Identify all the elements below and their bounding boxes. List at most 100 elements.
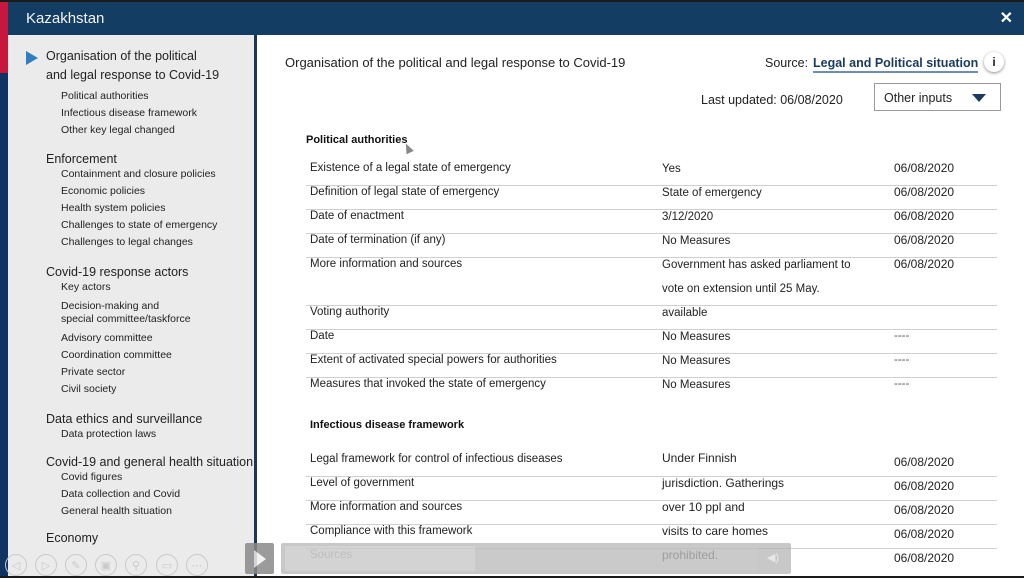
row-value: No Measures xyxy=(662,379,731,391)
row-value: Yes xyxy=(662,163,681,175)
sidebar-item-health-system[interactable]: Health system policies xyxy=(61,202,165,215)
section-heading-political-authorities: Political authorities xyxy=(306,134,408,146)
close-icon[interactable]: ✕ xyxy=(1000,8,1013,28)
row-date: 06/08/2020 xyxy=(894,455,955,469)
play-button[interactable] xyxy=(245,543,274,574)
app-window: Kazakhstan ✕ Organisation of the politic… xyxy=(0,2,1024,576)
progress-buffer xyxy=(475,546,757,571)
mouse-cursor-icon xyxy=(402,141,414,155)
table-row: Voting authority available xyxy=(306,306,997,330)
triangle-right-icon xyxy=(26,51,38,65)
table-row: More information and sources Government … xyxy=(306,257,997,306)
row-field: Existence of a legal state of emergency xyxy=(310,162,511,174)
pen-icon[interactable]: ✎ xyxy=(65,554,87,576)
sidebar-section-response-actors[interactable]: Covid-19 response actors xyxy=(46,263,188,282)
sidebar-section-economy[interactable]: Economy xyxy=(46,529,98,548)
table-row: Extent of activated special powers for a… xyxy=(306,354,997,378)
row-date: 06/08/2020 xyxy=(894,185,955,199)
rail-accent xyxy=(0,35,8,73)
row-date: 06/08/2020 xyxy=(894,503,955,517)
row-field: Extent of activated special powers for a… xyxy=(310,354,557,366)
sidebar-item-general-health[interactable]: General health situation xyxy=(61,505,172,518)
row-value-line1: Government has asked parliament to xyxy=(662,259,851,271)
sidebar-item-data-protection[interactable]: Data protection laws xyxy=(61,428,156,441)
sidebar-nav: Organisation of the political and legal … xyxy=(8,35,257,576)
sidebar-item-civil-society[interactable]: Civil society xyxy=(61,383,116,396)
sidebar-item-data-collection[interactable]: Data collection and Covid xyxy=(61,488,180,501)
row-value: No Measures xyxy=(662,235,731,247)
sidebar-item-key-actors[interactable]: Key actors xyxy=(61,281,111,294)
table-row: Definition of legal state of emergency S… xyxy=(306,185,997,210)
page-title: Organisation of the political and legal … xyxy=(285,55,626,70)
item-line1: Decision-making and xyxy=(61,300,160,312)
window-title: Kazakhstan xyxy=(26,10,105,27)
row-field: Date of termination (if any) xyxy=(310,234,446,246)
sidebar-section-health-situation[interactable]: Covid-19 and general health situation xyxy=(46,453,253,472)
info-icon[interactable]: i xyxy=(984,52,1004,72)
main-content: Organisation of the political and legal … xyxy=(260,35,1024,576)
section-title-line1: Organisation of the political xyxy=(46,49,197,63)
sidebar-item-private-sector[interactable]: Private sector xyxy=(61,366,125,379)
row-date: 06/08/2020 xyxy=(894,233,955,247)
table-row: Date of enactment 3/12/2020 06/08/2020 xyxy=(306,209,997,234)
source-label: Source: xyxy=(765,56,809,70)
next-icon[interactable]: ▷ xyxy=(35,554,57,576)
zoom-icon[interactable]: ⚲ xyxy=(125,554,147,576)
row-field: Voting authority xyxy=(310,306,390,318)
row-field: More information and sources xyxy=(310,258,463,270)
row-value: Under Finnish xyxy=(662,451,737,465)
row-value: No Measures xyxy=(662,355,731,367)
row-value: available xyxy=(662,307,708,319)
row-value-line2: vote on extension until 25 May. xyxy=(662,283,820,295)
subtitles-icon[interactable]: ▭ xyxy=(156,554,178,576)
sidebar-item-challenges-legal[interactable]: Challenges to legal changes xyxy=(61,236,193,249)
sidebar-item-economic-policies[interactable]: Economic policies xyxy=(61,185,145,198)
left-rail xyxy=(0,35,8,576)
source-link[interactable]: Legal and Political situation xyxy=(813,56,979,73)
sidebar-item-other-key-legal[interactable]: Other key legal changed xyxy=(61,124,175,137)
sidebar-item-containment[interactable]: Containment and closure policies xyxy=(61,168,216,181)
row-value: jurisdiction. Gatherings xyxy=(662,476,785,490)
section-title-line2: and legal response to Covid-19 xyxy=(46,68,220,82)
row-field: Definition of legal state of emergency xyxy=(310,186,500,198)
item-line2: special committee/taskforce xyxy=(61,313,191,325)
row-value: No Measures xyxy=(662,331,731,343)
row-date: 06/08/2020 xyxy=(894,551,955,565)
row-date: ---- xyxy=(894,330,910,342)
more-icon[interactable]: ⋯ xyxy=(186,554,208,576)
row-value: over 10 ppl and xyxy=(662,500,745,514)
row-value: visits to care homes xyxy=(662,524,769,538)
table-row: Existence of a legal state of emergency … xyxy=(306,161,997,186)
row-date: 06/08/2020 xyxy=(894,527,955,541)
sidebar-item-infectious-disease-framework[interactable]: Infectious disease framework xyxy=(61,107,197,120)
row-date: ---- xyxy=(894,378,910,390)
sidebar-item-advisory-committee[interactable]: Advisory committee xyxy=(61,332,153,345)
row-field: Level of government xyxy=(310,477,415,489)
dropdown-selected: Other inputs xyxy=(884,91,953,105)
sidebar-item-challenges-emergency[interactable]: Challenges to state of emergency xyxy=(61,219,217,232)
sidebar-item-covid-figures[interactable]: Covid figures xyxy=(61,471,122,484)
previous-icon[interactable]: ◁ xyxy=(5,554,27,576)
other-inputs-dropdown[interactable]: Other inputs xyxy=(874,83,1001,111)
sidebar-item-coordination-committee[interactable]: Coordination committee xyxy=(61,349,172,362)
sidebar-section-data-ethics[interactable]: Data ethics and surveillance xyxy=(46,410,202,429)
row-field: Date xyxy=(310,330,335,342)
row-value: 3/12/2020 xyxy=(662,211,714,223)
row-field: Measures that invoked the state of emerg… xyxy=(310,378,546,390)
sidebar-item-political-authorities[interactable]: Political authorities xyxy=(61,90,149,103)
sidebar-section-enforcement[interactable]: Enforcement xyxy=(46,150,117,169)
last-updated: Last updated: 06/08/2020 xyxy=(701,93,843,107)
slides-icon[interactable]: ▣ xyxy=(95,554,117,576)
play-icon xyxy=(253,549,266,568)
volume-icon[interactable]: ◀) xyxy=(767,551,779,564)
row-value: Government has asked parliament to vote … xyxy=(662,253,851,301)
row-date: 06/08/2020 xyxy=(894,209,955,223)
table-row: Date No Measures ---- xyxy=(306,330,997,354)
sidebar-item-decision-making[interactable]: Decision-making and special committee/ta… xyxy=(61,300,191,326)
sidebar-section-organisation[interactable]: Organisation of the political and legal … xyxy=(46,47,219,85)
accent-stripe xyxy=(0,2,8,35)
player-progress-bar[interactable]: ◀) xyxy=(281,543,791,574)
table-row: More information and sources over 10 ppl… xyxy=(306,500,997,525)
row-field: Compliance with this framework xyxy=(310,525,473,537)
row-field: Legal framework for control of infectiou… xyxy=(310,453,563,465)
